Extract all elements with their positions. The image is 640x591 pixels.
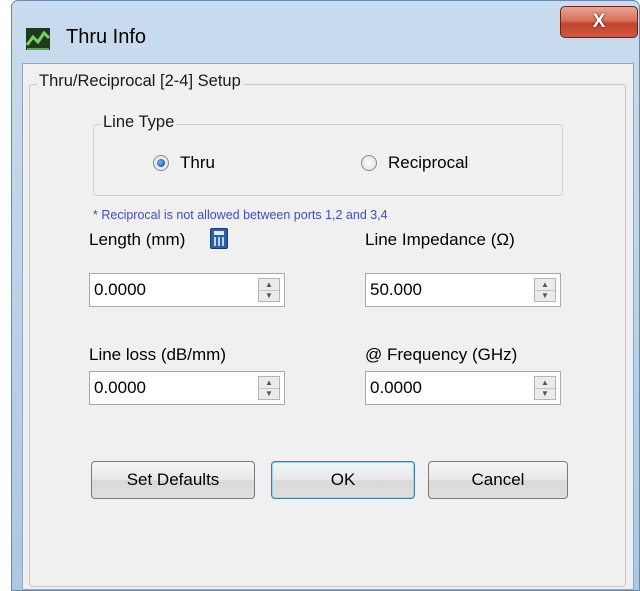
line-type-title: Line Type <box>101 112 177 132</box>
frequency-label: @ Frequency (GHz) <box>365 345 518 364</box>
setup-group-title: Thru/Reciprocal [2-4] Setup <box>37 71 243 91</box>
line-loss-input[interactable]: 0.0000 <box>94 378 146 398</box>
length-spin-buttons[interactable]: ▲ ▼ <box>258 278 280 302</box>
spin-down-icon[interactable]: ▼ <box>535 388 555 399</box>
app-icon <box>26 28 50 50</box>
length-input[interactable]: 0.0000 <box>94 280 146 300</box>
close-icon: X <box>592 11 606 32</box>
frequency-spin-buttons[interactable]: ▲ ▼ <box>534 376 556 400</box>
close-button[interactable]: X <box>560 6 638 38</box>
length-spinbox[interactable]: 0.0000 ▲ ▼ <box>89 273 285 307</box>
thru-radio-label[interactable]: Thru <box>180 153 215 173</box>
calculator-icon[interactable] <box>210 228 228 249</box>
title-bar[interactable]: Thru Info X <box>12 1 639 50</box>
length-label: Length (mm) <box>89 230 186 249</box>
line-impedance-label: Line Impedance (Ω) <box>365 230 515 249</box>
line-impedance-spin-buttons[interactable]: ▲ ▼ <box>534 278 556 302</box>
frequency-input[interactable]: 0.0000 <box>370 378 422 398</box>
line-loss-label: Line loss (dB/mm) <box>89 345 226 364</box>
spin-down-icon[interactable]: ▼ <box>259 388 279 399</box>
window-title: Thru Info <box>66 26 147 48</box>
reciprocal-radio-label[interactable]: Reciprocal <box>388 153 468 173</box>
thru-radio[interactable] <box>153 155 169 171</box>
set-defaults-button[interactable]: Set Defaults <box>91 461 255 499</box>
reciprocal-radio[interactable] <box>361 155 377 171</box>
line-impedance-spinbox[interactable]: 50.000 ▲ ▼ <box>365 273 561 307</box>
reciprocal-note: * Reciprocal is not allowed between port… <box>93 208 388 222</box>
line-impedance-input[interactable]: 50.000 <box>370 280 422 300</box>
dialog-client-area: Thru/Reciprocal [2-4] Setup Line Type Th… <box>22 63 634 590</box>
cancel-button[interactable]: Cancel <box>428 461 568 499</box>
line-loss-spin-buttons[interactable]: ▲ ▼ <box>258 376 280 400</box>
line-loss-spinbox[interactable]: 0.0000 ▲ ▼ <box>89 371 285 405</box>
spin-down-icon[interactable]: ▼ <box>259 290 279 301</box>
dialog-window: Thru Info X Thru/Reciprocal [2-4] Setup … <box>11 0 640 591</box>
frequency-spinbox[interactable]: 0.0000 ▲ ▼ <box>365 371 561 405</box>
spin-down-icon[interactable]: ▼ <box>535 290 555 301</box>
ok-button[interactable]: OK <box>271 461 415 499</box>
